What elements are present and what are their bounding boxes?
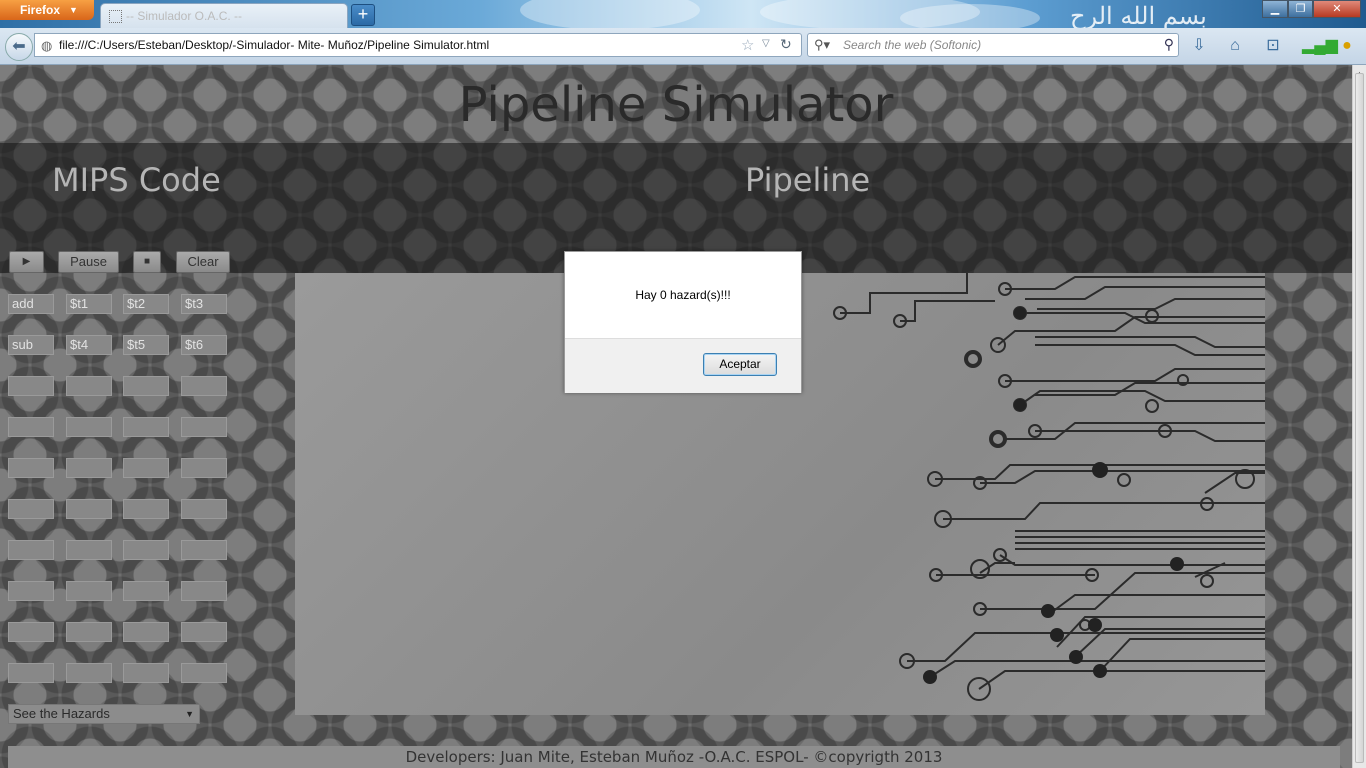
instruction-src2-field[interactable] bbox=[181, 581, 227, 601]
instruction-src2-field[interactable] bbox=[181, 540, 227, 560]
instruction-opcode-field[interactable] bbox=[8, 376, 54, 396]
instruction-dest-field[interactable]: $t1 bbox=[66, 294, 112, 314]
page-footer: Developers: Juan Mite, Esteban Muñoz -O.… bbox=[8, 746, 1340, 768]
instruction-opcode-field[interactable] bbox=[8, 458, 54, 478]
search-icon[interactable]: ⚲ bbox=[1164, 36, 1174, 53]
url-bar[interactable]: ◍ file:///C:/Users/Esteban/Desktop/-Simu… bbox=[34, 33, 802, 57]
hazards-select[interactable]: See the Hazards ▼ bbox=[8, 704, 200, 724]
chevron-down-icon: ▼ bbox=[69, 5, 78, 15]
minimize-button[interactable]: ▁ bbox=[1262, 0, 1288, 18]
instruction-src2-field[interactable] bbox=[181, 376, 227, 396]
instruction-dest-field[interactable]: $t4 bbox=[66, 335, 112, 355]
instruction-src2-field[interactable] bbox=[181, 458, 227, 478]
instruction-src1-field[interactable] bbox=[123, 581, 169, 601]
instruction-src2-field[interactable] bbox=[181, 622, 227, 642]
instruction-dest-field[interactable] bbox=[66, 458, 112, 478]
instruction-src1-field[interactable] bbox=[123, 540, 169, 560]
instruction-src1-field[interactable]: $t5 bbox=[123, 335, 169, 355]
instruction-dest-field[interactable] bbox=[66, 376, 112, 396]
history-dropdown-icon[interactable]: ▽ bbox=[762, 38, 770, 49]
instruction-src2-field[interactable]: $t6 bbox=[181, 335, 227, 355]
clear-button[interactable]: Clear bbox=[176, 251, 230, 273]
search-placeholder: Search the web (Softonic) bbox=[843, 38, 982, 52]
alert-button-area: Aceptar bbox=[565, 338, 801, 393]
instruction-dest-field[interactable] bbox=[66, 581, 112, 601]
restore-button[interactable]: ❐ bbox=[1288, 0, 1313, 18]
instruction-opcode-field[interactable]: add bbox=[8, 294, 54, 314]
instruction-src2-field[interactable]: $t3 bbox=[181, 294, 227, 314]
play-button[interactable]: ▶ bbox=[9, 251, 44, 273]
instruction-dest-field[interactable] bbox=[66, 622, 112, 642]
instruction-opcode-field[interactable] bbox=[8, 581, 54, 601]
instruction-src2-field[interactable] bbox=[181, 499, 227, 519]
instruction-src1-field[interactable] bbox=[123, 376, 169, 396]
instruction-src2-field[interactable] bbox=[181, 417, 227, 437]
search-bar[interactable]: ⚲▾ Search the web (Softonic) ⚲ bbox=[807, 33, 1179, 57]
instruction-dest-field[interactable] bbox=[66, 663, 112, 683]
close-window-button[interactable]: ✕ bbox=[1313, 0, 1361, 18]
bookmarks-menu-icon[interactable]: ⊡ bbox=[1262, 35, 1284, 57]
browser-titlebar: Firefox ▼ -- Simulador O.A.C. -- + بسم ا… bbox=[0, 0, 1366, 32]
url-text: file:///C:/Users/Esteban/Desktop/-Simula… bbox=[59, 38, 490, 52]
instruction-opcode-field[interactable] bbox=[8, 417, 54, 437]
browser-navbar: ⬅ ◍ file:///C:/Users/Esteban/Desktop/-Si… bbox=[0, 28, 1366, 65]
instruction-opcode-field[interactable] bbox=[8, 540, 54, 560]
instruction-src1-field[interactable]: $t2 bbox=[123, 294, 169, 314]
instruction-src2-field[interactable] bbox=[181, 663, 227, 683]
download-icon[interactable]: ⇩ bbox=[1188, 35, 1210, 57]
alert-dialog: Hay 0 hazard(s)!!! Aceptar bbox=[564, 251, 802, 393]
bookmark-star-icon[interactable]: ☆ bbox=[741, 36, 754, 54]
instruction-opcode-field[interactable] bbox=[8, 622, 54, 642]
firefox-menu-button[interactable]: Firefox ▼ bbox=[0, 0, 94, 20]
page-favicon-icon bbox=[109, 10, 122, 23]
instruction-src1-field[interactable] bbox=[123, 622, 169, 642]
ok-button[interactable]: Aceptar bbox=[703, 353, 777, 376]
instruction-src1-field[interactable] bbox=[123, 458, 169, 478]
mips-code-title: MIPS Code bbox=[52, 161, 221, 199]
minimize-icon: ▁ bbox=[1270, 3, 1280, 15]
restore-icon: ❐ bbox=[1295, 3, 1306, 15]
header-decoration-text: بسم الله الرح bbox=[1070, 2, 1207, 30]
instruction-opcode-field[interactable] bbox=[8, 499, 54, 519]
instruction-src1-field[interactable] bbox=[123, 499, 169, 519]
instruction-opcode-field[interactable]: sub bbox=[8, 335, 54, 355]
tab-title: -- Simulador O.A.C. -- bbox=[126, 9, 243, 23]
new-tab-button[interactable]: + bbox=[351, 4, 375, 26]
instruction-src1-field[interactable] bbox=[123, 417, 169, 437]
hazards-select-value: See the Hazards bbox=[13, 706, 110, 721]
instruction-dest-field[interactable] bbox=[66, 417, 112, 437]
reload-icon[interactable]: ↻ bbox=[780, 36, 792, 53]
instruction-dest-field[interactable] bbox=[66, 499, 112, 519]
alert-message: Hay 0 hazard(s)!!! bbox=[635, 288, 731, 302]
instruction-src1-field[interactable] bbox=[123, 663, 169, 683]
browser-tab[interactable]: -- Simulador O.A.C. -- bbox=[100, 3, 348, 28]
pause-button[interactable]: Pause bbox=[58, 251, 119, 273]
close-icon: ✕ bbox=[1332, 3, 1342, 15]
page-title: Pipeline Simulator bbox=[458, 77, 894, 133]
signal-bars-icon[interactable]: ▂▄▆ bbox=[1302, 35, 1338, 57]
pipeline-title: Pipeline bbox=[745, 161, 871, 199]
scrollbar-thumb[interactable] bbox=[1355, 73, 1364, 763]
instruction-opcode-field[interactable] bbox=[8, 663, 54, 683]
arrow-left-icon: ⬅ bbox=[12, 38, 26, 55]
globe-icon: ◍ bbox=[41, 38, 53, 53]
back-button[interactable]: ⬅ bbox=[5, 33, 33, 61]
page-viewport: Pipeline Simulator MIPS Code Pipeline ▶ … bbox=[0, 65, 1352, 768]
search-engine-icon[interactable]: ⚲▾ bbox=[814, 37, 830, 53]
instruction-dest-field[interactable] bbox=[66, 540, 112, 560]
stop-button[interactable]: ■ bbox=[133, 251, 161, 273]
chevron-down-icon: ▼ bbox=[185, 709, 194, 719]
home-icon[interactable]: ⌂ bbox=[1224, 35, 1246, 57]
addon-icon[interactable]: ● bbox=[1336, 35, 1358, 57]
firefox-menu-label: Firefox bbox=[20, 3, 61, 17]
vertical-scrollbar[interactable]: ▲ bbox=[1352, 65, 1366, 768]
